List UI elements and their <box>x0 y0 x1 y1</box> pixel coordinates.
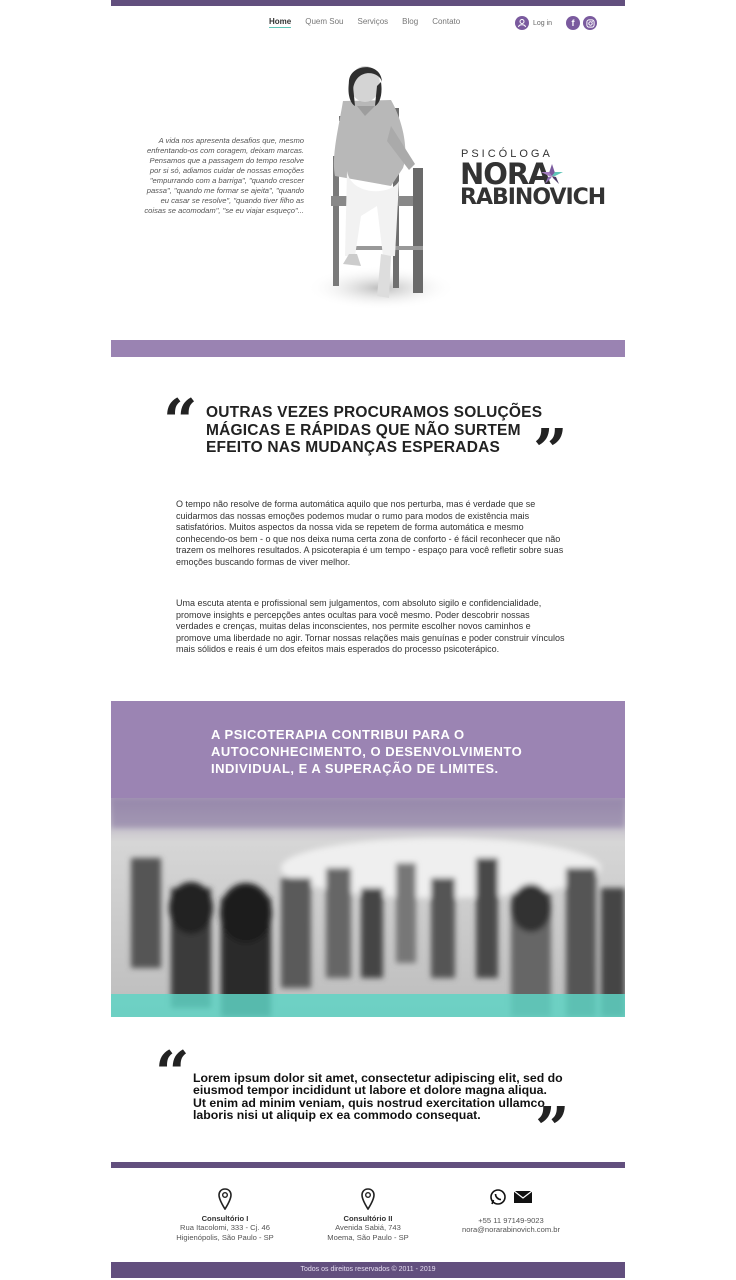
contact-phone[interactable]: +55 11 97149-9023 <box>436 1216 586 1225</box>
footer-office-1: Consultório I Rua Itacolomi, 333 - Cj. 4… <box>150 1188 300 1242</box>
lotus-logo-icon <box>541 164 563 184</box>
login-label: Log in <box>533 19 553 27</box>
facebook-icon[interactable]: f <box>566 16 580 30</box>
copyright-bar: Todos os direitos reservados © 2011 - 20… <box>111 1262 625 1278</box>
email-icon[interactable] <box>513 1188 533 1206</box>
office-2-title: Consultório II <box>343 1214 393 1223</box>
banner-statement: A PSICOTERAPIA CONTRIBUI PARA O AUTOCONH… <box>211 727 523 776</box>
footer-top-bar <box>111 1162 625 1168</box>
nav-blog[interactable]: Blog <box>402 17 418 28</box>
footer-office-2: Consultório II Avenida Sabiá, 743 Moema,… <box>293 1188 443 1242</box>
top-bar <box>111 0 625 6</box>
body-paragraph-2: Uma escuta atenta e profissional sem jul… <box>176 598 565 655</box>
open-quote-icon-2: “ <box>155 1039 190 1109</box>
nav-servicos[interactable]: Serviços <box>357 17 388 28</box>
nav-contato[interactable]: Contato <box>432 17 460 28</box>
brand-name-last: RABINOVICH <box>460 185 606 210</box>
office-1-city: Higienópolis, São Paulo - SP <box>176 1232 274 1242</box>
purple-divider-band <box>111 340 625 357</box>
close-quote-icon-2: ” <box>535 1095 570 1165</box>
location-pin-icon <box>361 1188 375 1210</box>
whatsapp-icon[interactable] <box>489 1188 507 1206</box>
close-quote-icon: ” <box>533 417 568 487</box>
office-2-city: Moema, São Paulo - SP <box>327 1232 409 1242</box>
page: Home Quem Sou Serviços Blog Contato Log … <box>111 0 625 1280</box>
user-icon <box>515 16 529 30</box>
office-2-address: Avenida Sabiá, 743 <box>335 1223 401 1233</box>
instagram-icon[interactable] <box>583 16 597 30</box>
portrait-photo <box>306 66 456 310</box>
headline-quote: OUTRAS VEZES PROCURAMOS SOLUÇÕES MÁGICAS… <box>206 404 543 457</box>
crowd-photo <box>111 798 625 1017</box>
contact-email[interactable]: nora@norarabinovich.com.br <box>436 1225 586 1234</box>
open-quote-icon: “ <box>163 387 198 457</box>
testimonial-quote: Lorem ipsum dolor sit amet, consectetur … <box>193 1071 563 1122</box>
footer-contact: +55 11 97149-9023 nora@norarabinovich.co… <box>436 1188 586 1235</box>
social-links: f <box>566 16 597 30</box>
body-paragraph-1: O tempo não resolve de forma automática … <box>176 499 564 567</box>
hero-intro-text: A vida nos apresenta desafios que, mesmo… <box>144 136 304 216</box>
main-nav: Home Quem Sou Serviços Blog Contato <box>269 17 460 28</box>
location-pin-icon <box>218 1188 232 1210</box>
office-1-title: Consultório I <box>201 1214 249 1223</box>
nav-quem-sou[interactable]: Quem Sou <box>305 17 343 28</box>
nav-home[interactable]: Home <box>269 17 292 28</box>
login-link[interactable]: Log in <box>515 16 552 30</box>
office-1-address: Rua Itacolomi, 333 - Cj. 46 <box>180 1223 270 1233</box>
